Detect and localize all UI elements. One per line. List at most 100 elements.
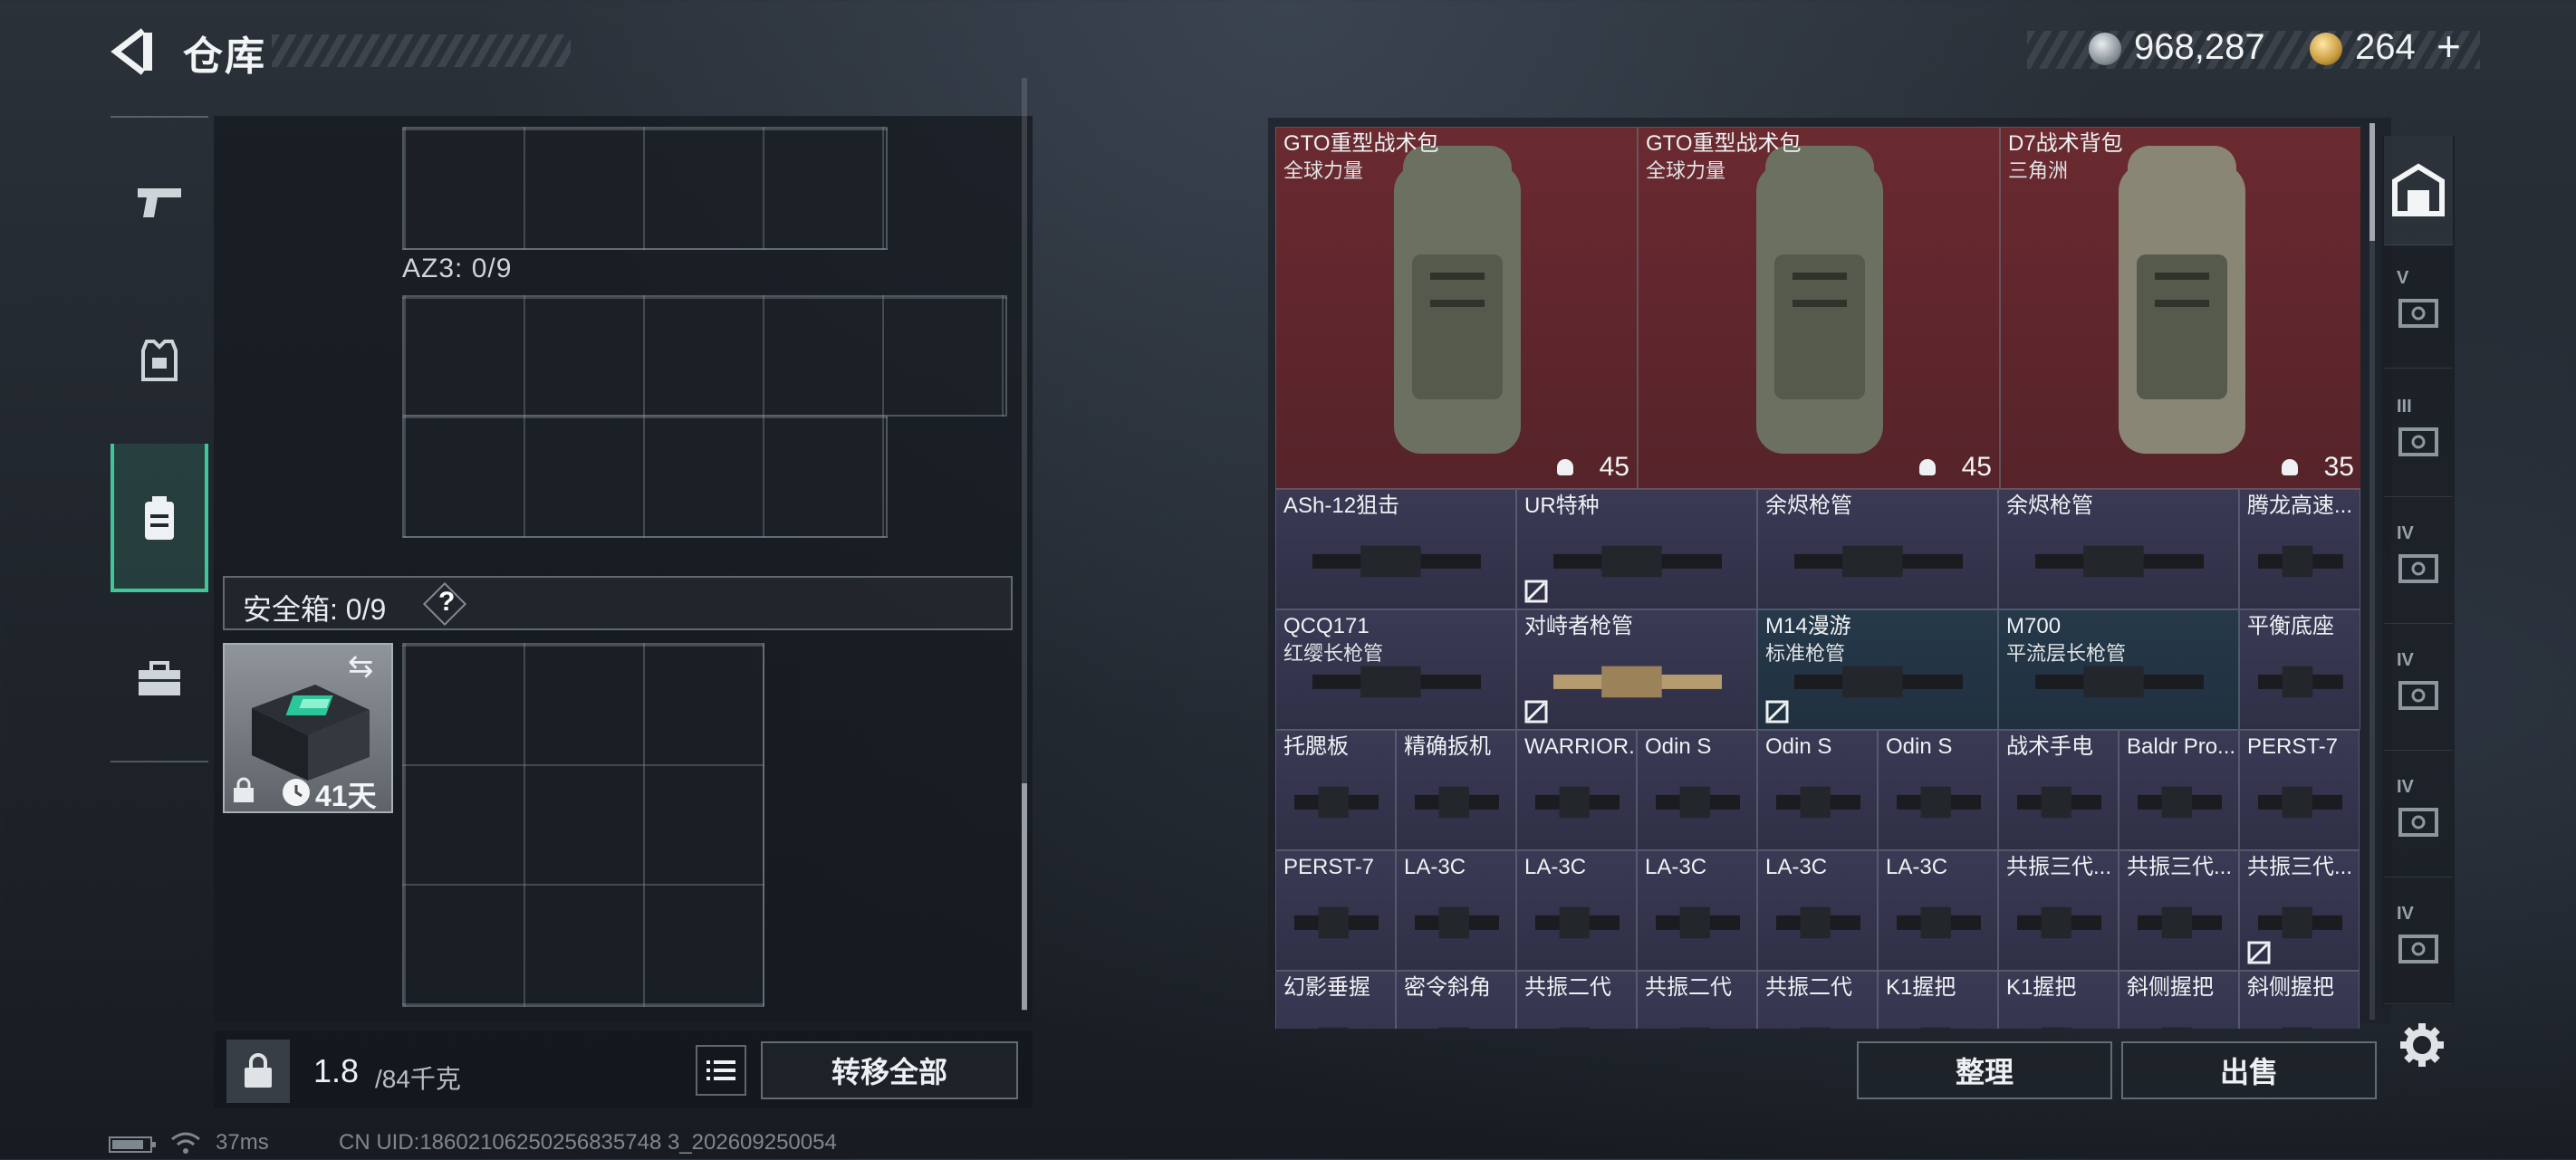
inventory-item[interactable]: Odin S <box>1878 730 1998 850</box>
clock-icon <box>283 779 310 806</box>
item-name: 余烬枪管 <box>2006 494 2093 518</box>
item-name: Odin S <box>1765 734 1832 759</box>
item-name: LA-3C <box>1886 855 1948 879</box>
inventory-item[interactable]: K1握把 <box>1998 971 2119 1029</box>
item-name: 斜侧握把 <box>2127 975 2214 1000</box>
add-currency-button[interactable]: + <box>2437 22 2461 71</box>
sidebar-bottom-divider <box>111 761 208 762</box>
inventory-item[interactable]: LA-3C <box>1637 850 1757 971</box>
inventory-item[interactable]: GTO重型战术包 全球力量 45 <box>1638 127 2000 489</box>
swap-icon[interactable]: ⇆ <box>348 648 374 685</box>
item-name: 共振二代 <box>1765 975 1852 1000</box>
inventory-item[interactable]: 战术手电 <box>1998 730 2119 850</box>
az3-grid-row1[interactable] <box>402 295 1007 417</box>
inventory-item[interactable]: LA-3C <box>1757 850 1878 971</box>
back-arrow-icon <box>111 28 152 75</box>
inventory-item[interactable]: D7战术背包 三角洲 35 <box>2000 127 2360 489</box>
inventory-item[interactable]: 共振二代 <box>1516 971 1637 1029</box>
inventory-item[interactable]: 腾龙高速... <box>2239 489 2360 609</box>
stash-scrollbar-thumb[interactable] <box>1022 783 1027 1010</box>
item-subtitle: 标准枪管 <box>1765 642 1846 665</box>
safe-box-grid[interactable] <box>402 643 764 1007</box>
inventory-item[interactable]: PERST-7 <box>1275 850 1396 971</box>
category-tab[interactable] <box>2384 136 2453 245</box>
attachment-image <box>2258 545 2343 577</box>
inventory-item[interactable]: LA-3C <box>1878 850 1998 971</box>
sell-button[interactable]: 出售 <box>2121 1041 2377 1099</box>
no-trade-icon <box>1765 700 1789 724</box>
gold-coin-icon <box>2310 33 2342 65</box>
item-name: QCQ171 <box>1283 614 1370 638</box>
inventory-item[interactable]: GTO重型战术包 全球力量 45 <box>1275 127 1638 489</box>
inventory-item[interactable]: 共振二代 <box>1637 971 1757 1029</box>
inventory-item[interactable]: Odin S <box>1757 730 1878 850</box>
inventory-item[interactable]: 共振三代... <box>1998 850 2119 971</box>
sidebar-tab-weapons[interactable] <box>111 149 208 257</box>
inventory-item[interactable]: 余烬枪管 <box>1757 489 1998 609</box>
attachment-image <box>1552 666 1723 697</box>
inventory-item[interactable]: 精确扳机 <box>1396 730 1516 850</box>
sidebar-tab-backpack[interactable] <box>111 444 208 592</box>
inventory-item[interactable]: ASh-12狙击 <box>1275 489 1516 609</box>
inventory-item[interactable]: 密令斜角 <box>1396 971 1516 1029</box>
attachment-image <box>2034 545 2205 577</box>
attachment-image <box>1896 906 1982 938</box>
inventory-item[interactable]: 斜侧握把 <box>2239 971 2360 1029</box>
inventory-item[interactable]: K1握把 <box>1878 971 1998 1029</box>
inventory-item[interactable]: PERST-7 <box>2239 730 2360 850</box>
inventory-item[interactable]: 对峙者枪管 <box>1516 609 1757 730</box>
list-view-button[interactable] <box>696 1045 746 1096</box>
category-tab[interactable]: IV <box>2384 887 2453 1004</box>
item-name: 托腮板 <box>1283 734 1349 759</box>
attachment-image <box>1793 545 1964 577</box>
inventory-item[interactable]: 余烬枪管 <box>1998 489 2239 609</box>
inventory-item[interactable]: 共振二代 <box>1757 971 1878 1029</box>
inventory-item[interactable]: UR特种 <box>1516 489 1757 609</box>
category-tab[interactable]: IV <box>2384 634 2453 751</box>
sidebar-tab-case[interactable] <box>111 625 208 733</box>
inventory-item[interactable]: 斜侧握把 <box>2119 971 2239 1029</box>
inventory-item[interactable]: Odin S <box>1637 730 1757 850</box>
transfer-all-button[interactable]: 转移全部 <box>761 1041 1018 1099</box>
item-name: GTO重型战术包 <box>1646 131 1802 156</box>
helmet-capacity-icon <box>1919 459 1936 475</box>
attachment-image <box>2016 786 2102 818</box>
container-grid-top[interactable] <box>402 127 888 250</box>
attachment-image <box>1318 1027 1349 1029</box>
lock-weight-button[interactable] <box>226 1040 290 1103</box>
inventory-item[interactable]: LA-3C <box>1396 850 1516 971</box>
inventory-item[interactable]: WARRIOR... <box>1516 730 1637 850</box>
category-tab[interactable]: IV <box>2384 761 2453 877</box>
settings-button[interactable] <box>2398 1021 2446 1069</box>
item-subtitle: 红缨长枪管 <box>1283 642 1384 665</box>
az3-grid-row2[interactable] <box>402 415 888 538</box>
back-button[interactable] <box>107 25 159 78</box>
item-name: LA-3C <box>1765 855 1828 879</box>
gold-currency-value: 264 <box>2355 27 2416 67</box>
category-tab[interactable]: III <box>2384 380 2453 497</box>
item-name: D7战术背包 <box>2008 131 2123 156</box>
inventory-item[interactable]: Baldr Pro... <box>2119 730 2239 850</box>
attachment-image <box>1655 906 1741 938</box>
inventory-item[interactable]: M700 平流层长枪管 <box>1998 609 2239 730</box>
category-tab[interactable]: IV <box>2384 507 2453 624</box>
arrange-button[interactable]: 整理 <box>1857 1041 2112 1099</box>
weight-capacity: /84千克 <box>375 1065 461 1093</box>
inventory-item[interactable]: 托腮板 <box>1275 730 1396 850</box>
container-tier-icon <box>2398 427 2438 456</box>
inventory-item[interactable]: 共振三代... <box>2239 850 2360 971</box>
inventory-item[interactable]: 幻影垂握 <box>1275 971 1396 1029</box>
inventory-item[interactable]: M14漫游 标准枪管 <box>1757 609 1998 730</box>
inventory-item[interactable]: LA-3C <box>1516 850 1637 971</box>
inventory-item[interactable]: QCQ171 红缨长枪管 <box>1275 609 1516 730</box>
briefcase-icon <box>139 661 180 695</box>
inventory-item[interactable]: 共振三代... <box>2119 850 2239 971</box>
inventory-item[interactable]: 平衡底座 <box>2239 609 2360 730</box>
item-name: 腾龙高速... <box>2247 494 2353 518</box>
category-tab[interactable]: V <box>2384 252 2453 369</box>
inventory-scrollbar-track[interactable] <box>2369 123 2375 1020</box>
backpack-image <box>2119 146 2245 454</box>
container-tier-icon <box>2398 554 2438 583</box>
inventory-scrollbar-thumb[interactable] <box>2369 123 2375 241</box>
sidebar-tab-armor[interactable] <box>111 306 208 415</box>
